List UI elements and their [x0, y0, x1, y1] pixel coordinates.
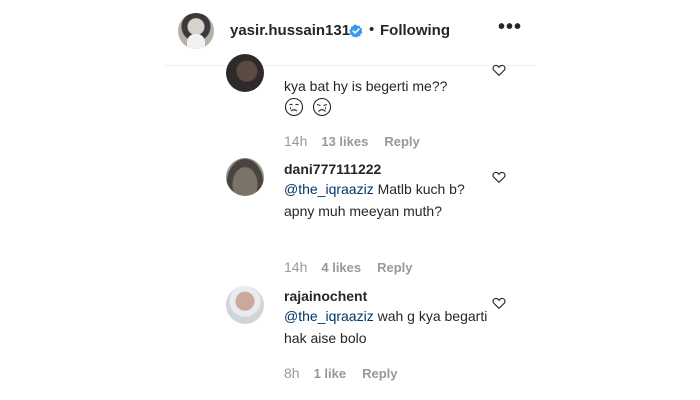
comment-meta: 8h 1 like Reply — [284, 365, 398, 381]
comment-emoji-row — [284, 95, 494, 117]
following-button[interactable]: Following — [380, 22, 450, 39]
post-header: yasir.hussain131 • Following ••• — [164, 0, 536, 66]
comment-username[interactable]: dani777111222 — [284, 161, 381, 177]
comment-timestamp[interactable]: 8h — [284, 365, 300, 381]
profile-avatar[interactable] — [178, 13, 214, 49]
reply-button[interactable]: Reply — [362, 366, 397, 381]
comment-meta: 14h 4 likes Reply — [284, 259, 413, 275]
comment-text: @the_iqraaziz wah g kya begarti hak aise… — [284, 308, 488, 346]
comment-likes[interactable]: 1 like — [314, 366, 347, 381]
header-separator: • — [369, 21, 375, 38]
comment-timestamp[interactable]: 14h — [284, 259, 307, 275]
like-heart-icon[interactable] — [492, 296, 506, 310]
comment-mention[interactable]: @the_iqraaziz — [284, 308, 374, 324]
comment-avatar[interactable] — [226, 286, 264, 324]
comment-text: @the_iqraaziz Matlb kuch b? apny muh mee… — [284, 181, 465, 219]
crying-face-icon — [312, 98, 331, 117]
more-options-icon[interactable]: ••• — [498, 16, 522, 39]
like-heart-icon[interactable] — [492, 63, 506, 77]
comment-likes[interactable]: 13 likes — [321, 134, 368, 149]
crying-face-icon — [284, 98, 304, 117]
verified-badge-icon — [349, 24, 363, 38]
reply-button[interactable]: Reply — [384, 134, 419, 149]
comment-likes[interactable]: 4 likes — [321, 260, 361, 275]
comment-avatar[interactable] — [226, 158, 264, 196]
comment-mention[interactable]: @the_iqraaziz — [284, 181, 374, 197]
reply-button[interactable]: Reply — [377, 260, 412, 275]
comment-avatar[interactable] — [226, 54, 264, 92]
comment-text: kya bat hy is begerti me?? — [284, 78, 448, 94]
profile-username[interactable]: yasir.hussain131 — [230, 22, 350, 39]
like-heart-icon[interactable] — [492, 170, 506, 184]
comment-username[interactable]: rajainochent — [284, 288, 367, 304]
comment-timestamp[interactable]: 14h — [284, 133, 307, 149]
comment-meta: 14h 13 likes Reply — [284, 133, 420, 149]
